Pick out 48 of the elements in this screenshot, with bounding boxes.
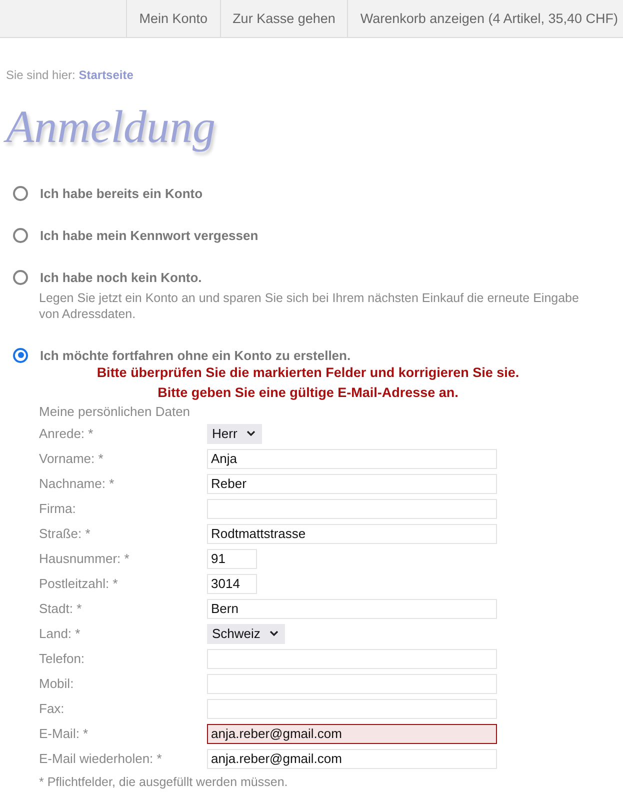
input-field[interactable] [207, 674, 497, 694]
radio-button[interactable] [13, 270, 28, 284]
field-label: Anrede: * [39, 426, 94, 441]
breadcrumb-label: Sie sind hier: [6, 68, 76, 82]
nav-link[interactable]: Mein Konto [126, 0, 220, 37]
input-field[interactable] [207, 498, 497, 518]
field-label: Vorname: * [39, 451, 104, 466]
error-message: Bitte überprüfen Sie die markierten Felder und korrigieren Sie sie. [96, 364, 520, 382]
radio-button[interactable] [13, 228, 28, 242]
input-field[interactable]: Anja [207, 448, 497, 468]
input-field[interactable]: Rodtmattstrasse [207, 524, 497, 544]
page-title: Anmeldung [6, 99, 216, 155]
option-description: Legen Sie jetzt ein Konto an und sparen Sie sich bei Ihrem nächsten Einkauf die erneute Eingabe von Adressdaten. [39, 290, 580, 322]
input-field[interactable]: anja.reber@gmail.com [207, 724, 497, 744]
field-label: Stadt: * [39, 601, 83, 616]
field-label: Hausnummer: * [39, 551, 130, 566]
input-field[interactable]: anja.reber@gmail.com [207, 748, 497, 768]
chevron-down-icon [246, 430, 256, 437]
field-label: Straße: * [39, 526, 92, 541]
dropdown[interactable]: Schweiz [207, 624, 286, 644]
section-heading: Meine persönlichen Daten [39, 403, 190, 421]
footnote: * Pflichtfelder, die ausgefüllt werden müssen. [39, 774, 288, 791]
field-label: Mobil: [39, 676, 75, 691]
input-field[interactable] [207, 648, 497, 668]
input-field[interactable] [207, 698, 497, 718]
nav-link[interactable]: Warenkorb anzeigen (4 Artikel, 35,40 CHF) [347, 0, 623, 37]
dropdown[interactable]: Herr [207, 424, 262, 444]
option-label: Ich habe noch kein Konto. [40, 270, 202, 284]
nav-link[interactable]: Zur Kasse gehen [220, 0, 348, 37]
option-label: Ich habe bereits ein Konto [40, 186, 203, 200]
field-label: Land: * [39, 626, 82, 641]
input-field[interactable]: 3014 [207, 574, 257, 594]
option-label: Ich möchte fortfahren ohne ein Konto zu erstellen. [40, 348, 351, 362]
field-label: Nachname: * [39, 476, 116, 491]
input-field[interactable]: Reber [207, 474, 497, 494]
radio-button[interactable] [13, 348, 28, 362]
error-message: Bitte geben Sie eine gültige E-Mail-Adresse an. [158, 384, 458, 402]
field-label: Firma: [39, 501, 77, 516]
field-label: Telefon: [39, 651, 86, 666]
field-label: Postleitzahl: * [39, 576, 119, 591]
field-label: E-Mail wiederholen: * [39, 751, 163, 766]
field-label: Fax: [39, 701, 66, 716]
chevron-down-icon [269, 630, 280, 637]
option-label: Ich habe mein Kennwort vergessen [40, 228, 258, 242]
field-label: E-Mail: * [39, 726, 90, 741]
input-field[interactable]: 91 [207, 548, 257, 568]
radio-button[interactable] [13, 186, 28, 200]
input-field[interactable]: Bern [207, 598, 497, 618]
